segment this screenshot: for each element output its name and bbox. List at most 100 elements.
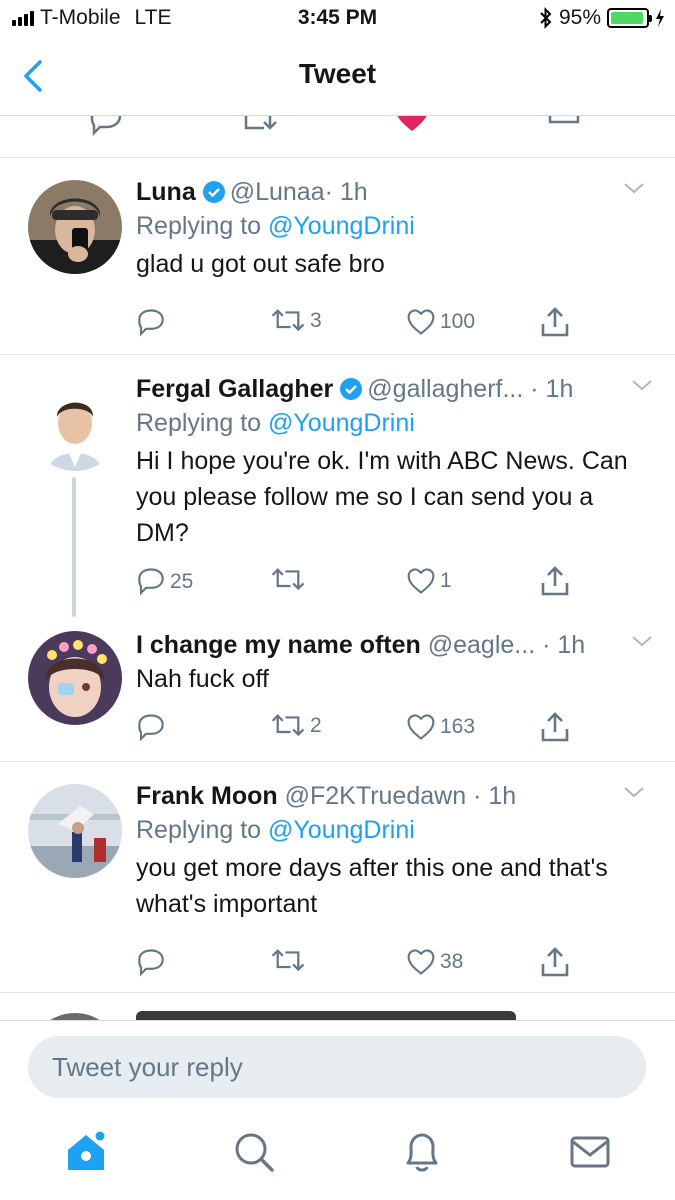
tweet-actions: 2 163 — [136, 711, 651, 749]
tweet-time: · 1h — [473, 782, 517, 810]
like-count: 38 — [440, 950, 464, 973]
like-button[interactable]: 163 — [406, 713, 475, 741]
replying-mention[interactable]: @YoungDrini — [268, 212, 415, 240]
chevron-down-icon[interactable] — [631, 375, 653, 395]
tweet-header: Fergal Gallagher @gallagherf... · 1h — [136, 373, 653, 405]
retweet-button[interactable] — [270, 948, 306, 974]
like-button[interactable]: 38 — [406, 948, 463, 976]
replying-prefix: Replying to — [136, 212, 269, 240]
home-icon[interactable] — [64, 1130, 108, 1174]
status-right: 95% — [539, 6, 665, 30]
reply-tweet-partial[interactable] — [0, 993, 675, 1020]
battery-fill — [611, 12, 644, 24]
bluetooth-icon — [540, 7, 552, 29]
share-icon — [541, 566, 569, 596]
like-button[interactable]: 100 — [406, 308, 475, 336]
reply-tweet[interactable]: I change my name often @eagle... · 1h Na… — [0, 625, 675, 761]
retweet-icon — [271, 568, 305, 591]
avatar[interactable] — [28, 631, 122, 725]
tweet-reply-input[interactable]: Tweet your reply — [28, 1036, 646, 1098]
like-count: 163 — [440, 715, 476, 738]
reply-icon — [138, 568, 164, 596]
tab-bar — [0, 1116, 675, 1200]
retweet-icon — [271, 949, 305, 972]
like-count: 1 — [440, 569, 452, 592]
reply-button[interactable] — [136, 948, 166, 978]
share-button[interactable] — [540, 565, 570, 597]
cut-off-header — [136, 1011, 516, 1020]
author-handle[interactable]: @Lunaa — [230, 178, 325, 206]
chevron-down-icon[interactable] — [623, 782, 645, 802]
liked-heart-icon[interactable] — [394, 116, 430, 134]
page-title: Tweet — [298, 58, 377, 89]
reply-tweet[interactable]: Frank Moon @F2KTruedawn · 1h Replying to… — [0, 762, 675, 992]
share-button[interactable] — [540, 306, 570, 338]
like-button[interactable]: 1 — [406, 567, 452, 595]
heart-icon — [407, 309, 435, 335]
tweet-text: glad u got out safe bro — [136, 250, 385, 278]
author-handle[interactable]: @F2KTruedawn — [285, 782, 466, 810]
replying-mention[interactable]: @YoungDrini — [268, 816, 415, 844]
avatar[interactable] — [28, 1013, 122, 1020]
chevron-down-icon[interactable] — [631, 631, 653, 651]
tweet-text: Nah fuck off — [136, 665, 269, 693]
retweet-button[interactable]: 2 — [270, 713, 322, 739]
author-name[interactable]: Fergal Gallagher — [136, 375, 333, 403]
verified-badge-icon — [340, 378, 363, 400]
avatar[interactable] — [28, 784, 122, 878]
replying-to: Replying to @YoungDrini — [136, 812, 651, 850]
share-button[interactable] — [540, 711, 570, 743]
replying-to: Replying to @YoungDrini — [136, 405, 651, 443]
status-bar: T-Mobile LTE 3:45 PM 95% — [0, 0, 675, 38]
tweet-time: · 1h — [542, 631, 586, 659]
charging-bolt-icon — [656, 9, 664, 27]
reply-tweet[interactable]: Fergal Gallagher @gallagherf... · 1h Repl… — [0, 355, 675, 625]
reply-tweet[interactable]: Luna @Lunaa· 1h Replying to @YoungDrini g… — [0, 158, 675, 354]
battery-percent: 95% — [558, 6, 601, 29]
reply-button[interactable]: 25 — [136, 567, 193, 597]
share-icon — [541, 712, 569, 742]
heart-icon — [407, 568, 435, 594]
reply-icon[interactable] — [88, 116, 124, 138]
tweet-header: Frank Moon @F2KTruedawn · 1h — [136, 780, 651, 812]
author-name[interactable]: I change my name often — [136, 631, 421, 659]
retweet-icon[interactable] — [240, 116, 282, 136]
chevron-down-icon[interactable] — [623, 178, 645, 198]
retweet-button[interactable]: 3 — [270, 308, 322, 334]
tweet-actions: 25 1 — [136, 565, 651, 603]
replying-to: Replying to @YoungDrini — [136, 208, 651, 246]
retweet-icon — [271, 714, 305, 737]
reply-icon — [138, 309, 164, 337]
reply-composer: Tweet your reply — [0, 1020, 675, 1116]
thread-line — [72, 477, 76, 617]
verified-badge-icon — [202, 181, 225, 203]
replying-mention[interactable]: @YoungDrini — [268, 409, 415, 437]
author-handle[interactable]: @eagle... — [428, 631, 535, 659]
nav-bar: Tweet — [0, 38, 675, 116]
reply-icon — [138, 949, 164, 977]
tweet-text: Hi I hope you're ok. I'm with ABC News. … — [136, 447, 628, 547]
notifications-bell-icon[interactable] — [400, 1130, 444, 1174]
reply-button[interactable] — [136, 713, 166, 743]
avatar[interactable] — [28, 180, 122, 274]
messages-envelope-icon[interactable] — [568, 1130, 612, 1174]
avatar[interactable] — [28, 377, 122, 471]
share-icon[interactable] — [546, 116, 582, 136]
share-button[interactable] — [540, 946, 570, 978]
search-icon[interactable] — [232, 1130, 276, 1174]
tweet-header: Luna @Lunaa· 1h — [136, 176, 651, 208]
tweet-time: · 1h — [530, 375, 574, 403]
author-handle[interactable]: @gallagherf... — [367, 375, 523, 403]
main-tweet-actions — [0, 116, 675, 158]
heart-icon — [407, 714, 435, 740]
author-name[interactable]: Frank Moon — [136, 782, 278, 810]
retweet-button[interactable] — [270, 567, 306, 593]
tweet-time: · 1h — [324, 178, 368, 206]
author-name[interactable]: Luna — [136, 178, 196, 206]
tweet-actions: 3 100 — [136, 306, 651, 344]
reply-icon — [138, 714, 164, 742]
replies-feed[interactable]: Luna @Lunaa· 1h Replying to @YoungDrini g… — [0, 158, 675, 1020]
tweet-header: I change my name often @eagle... · 1h — [136, 629, 653, 661]
reply-button[interactable] — [136, 308, 166, 338]
share-icon — [541, 947, 569, 977]
